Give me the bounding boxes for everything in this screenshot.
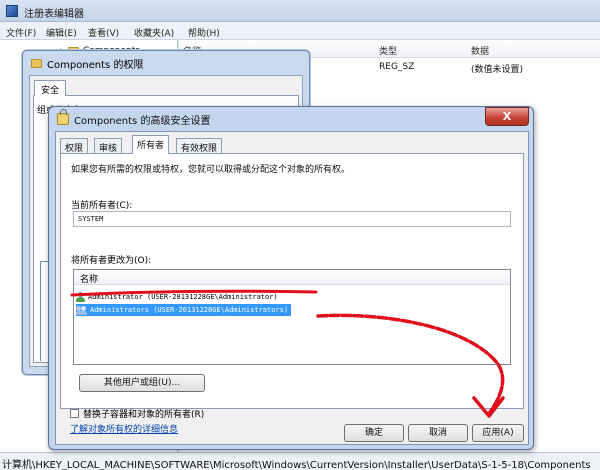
tab-owner[interactable]: 所有者	[132, 135, 170, 154]
replace-owner-checkbox[interactable]	[70, 409, 79, 418]
owner-list-column-name[interactable]: 名称	[80, 272, 98, 285]
replace-owner-label[interactable]: 替换子容器和对象的所有者(R)	[83, 407, 204, 420]
menu-help[interactable]: 帮助(H)	[188, 26, 220, 39]
permissions-titlebar: Components 的权限	[31, 55, 143, 71]
owner-list-header: 名称	[74, 270, 510, 285]
owner-item-administrator[interactable]: Administrator (USER-20131228GE\Administr…	[76, 291, 278, 303]
menu-file[interactable]: 文件(F)	[6, 26, 36, 39]
user-icon	[76, 292, 85, 302]
owner-list[interactable]: 名称 Administrator (USER-20131228GE\Admini…	[73, 269, 511, 365]
apply-button[interactable]: 应用(A)	[472, 424, 524, 442]
tab-effective-permissions[interactable]: 有效权限	[176, 138, 223, 154]
cancel-button[interactable]: 取消	[408, 424, 468, 442]
folder-icon	[31, 58, 42, 68]
ok-button[interactable]: 确定	[344, 424, 404, 442]
owner-item-label: Administrators (USER-20131228GE\Administ…	[90, 306, 289, 314]
permissions-title: Components 的权限	[47, 59, 144, 71]
change-owner-label: 将所有者更改为(O):	[71, 256, 152, 266]
advanced-security-dialog: Components 的高级安全设置 X 权限 审核 所有者 有效权限 如果您有…	[48, 106, 534, 450]
value-data: (数值未设置)	[471, 65, 524, 75]
regedit-title: 注册表编辑器	[24, 9, 84, 20]
current-owner-field: SYSTEM	[73, 211, 511, 227]
tab-security[interactable]: 安全	[34, 80, 67, 96]
owner-tab-panel: 如果您有所需的权限或特权，您就可以取得或分配这个对象的所有权。 当前所有者(C)…	[60, 153, 524, 409]
tab-auditing[interactable]: 审核	[94, 138, 123, 154]
group-icon	[76, 305, 87, 315]
owner-item-administrators[interactable]: Administrators (USER-20131228GE\Administ…	[76, 304, 292, 316]
regedit-app-icon	[6, 5, 18, 17]
advanced-title: Components 的高级安全设置	[74, 115, 211, 127]
advanced-titlebar: Components 的高级安全设置	[57, 109, 211, 128]
regedit-titlebar: 注册表编辑器	[0, 0, 600, 22]
replace-owner-option[interactable]: 替换子容器和对象的所有者(R)	[70, 407, 204, 420]
tab-permissions[interactable]: 权限	[60, 138, 89, 154]
lock-icon	[57, 109, 69, 125]
status-path: 计算机\HKEY_LOCAL_MACHINE\SOFTWARE\Microsof…	[2, 460, 591, 470]
menu-edit[interactable]: 编辑(E)	[46, 26, 77, 39]
advanced-body: 权限 审核 所有者 有效权限 如果您有所需的权限或特权，您就可以取得或分配这个对…	[55, 131, 529, 445]
menu-view[interactable]: 查看(V)	[88, 26, 119, 39]
column-data[interactable]: 数据	[471, 44, 489, 57]
owner-item-label: Administrator (USER-20131228GE\Administr…	[88, 293, 278, 301]
ownership-description: 如果您有所需的权限或特权，您就可以取得或分配这个对象的所有权。	[71, 165, 351, 175]
menu-favorites[interactable]: 收藏夹(A)	[134, 26, 174, 39]
close-button[interactable]: X	[485, 107, 529, 126]
divider	[40, 261, 41, 361]
status-bar: 计算机\HKEY_LOCAL_MACHINE\SOFTWARE\Microsof…	[0, 452, 600, 470]
value-type: REG_SZ	[379, 62, 415, 72]
current-owner-label: 当前所有者(C):	[71, 201, 133, 211]
other-users-button[interactable]: 其他用户或组(U)...	[79, 374, 205, 392]
learn-more-link[interactable]: 了解对象所有权的详细信息	[70, 422, 178, 435]
column-type[interactable]: 类型	[379, 44, 397, 57]
regedit-menubar: 文件(F) 编辑(E) 查看(V) 收藏夹(A) 帮助(H)	[0, 22, 600, 40]
